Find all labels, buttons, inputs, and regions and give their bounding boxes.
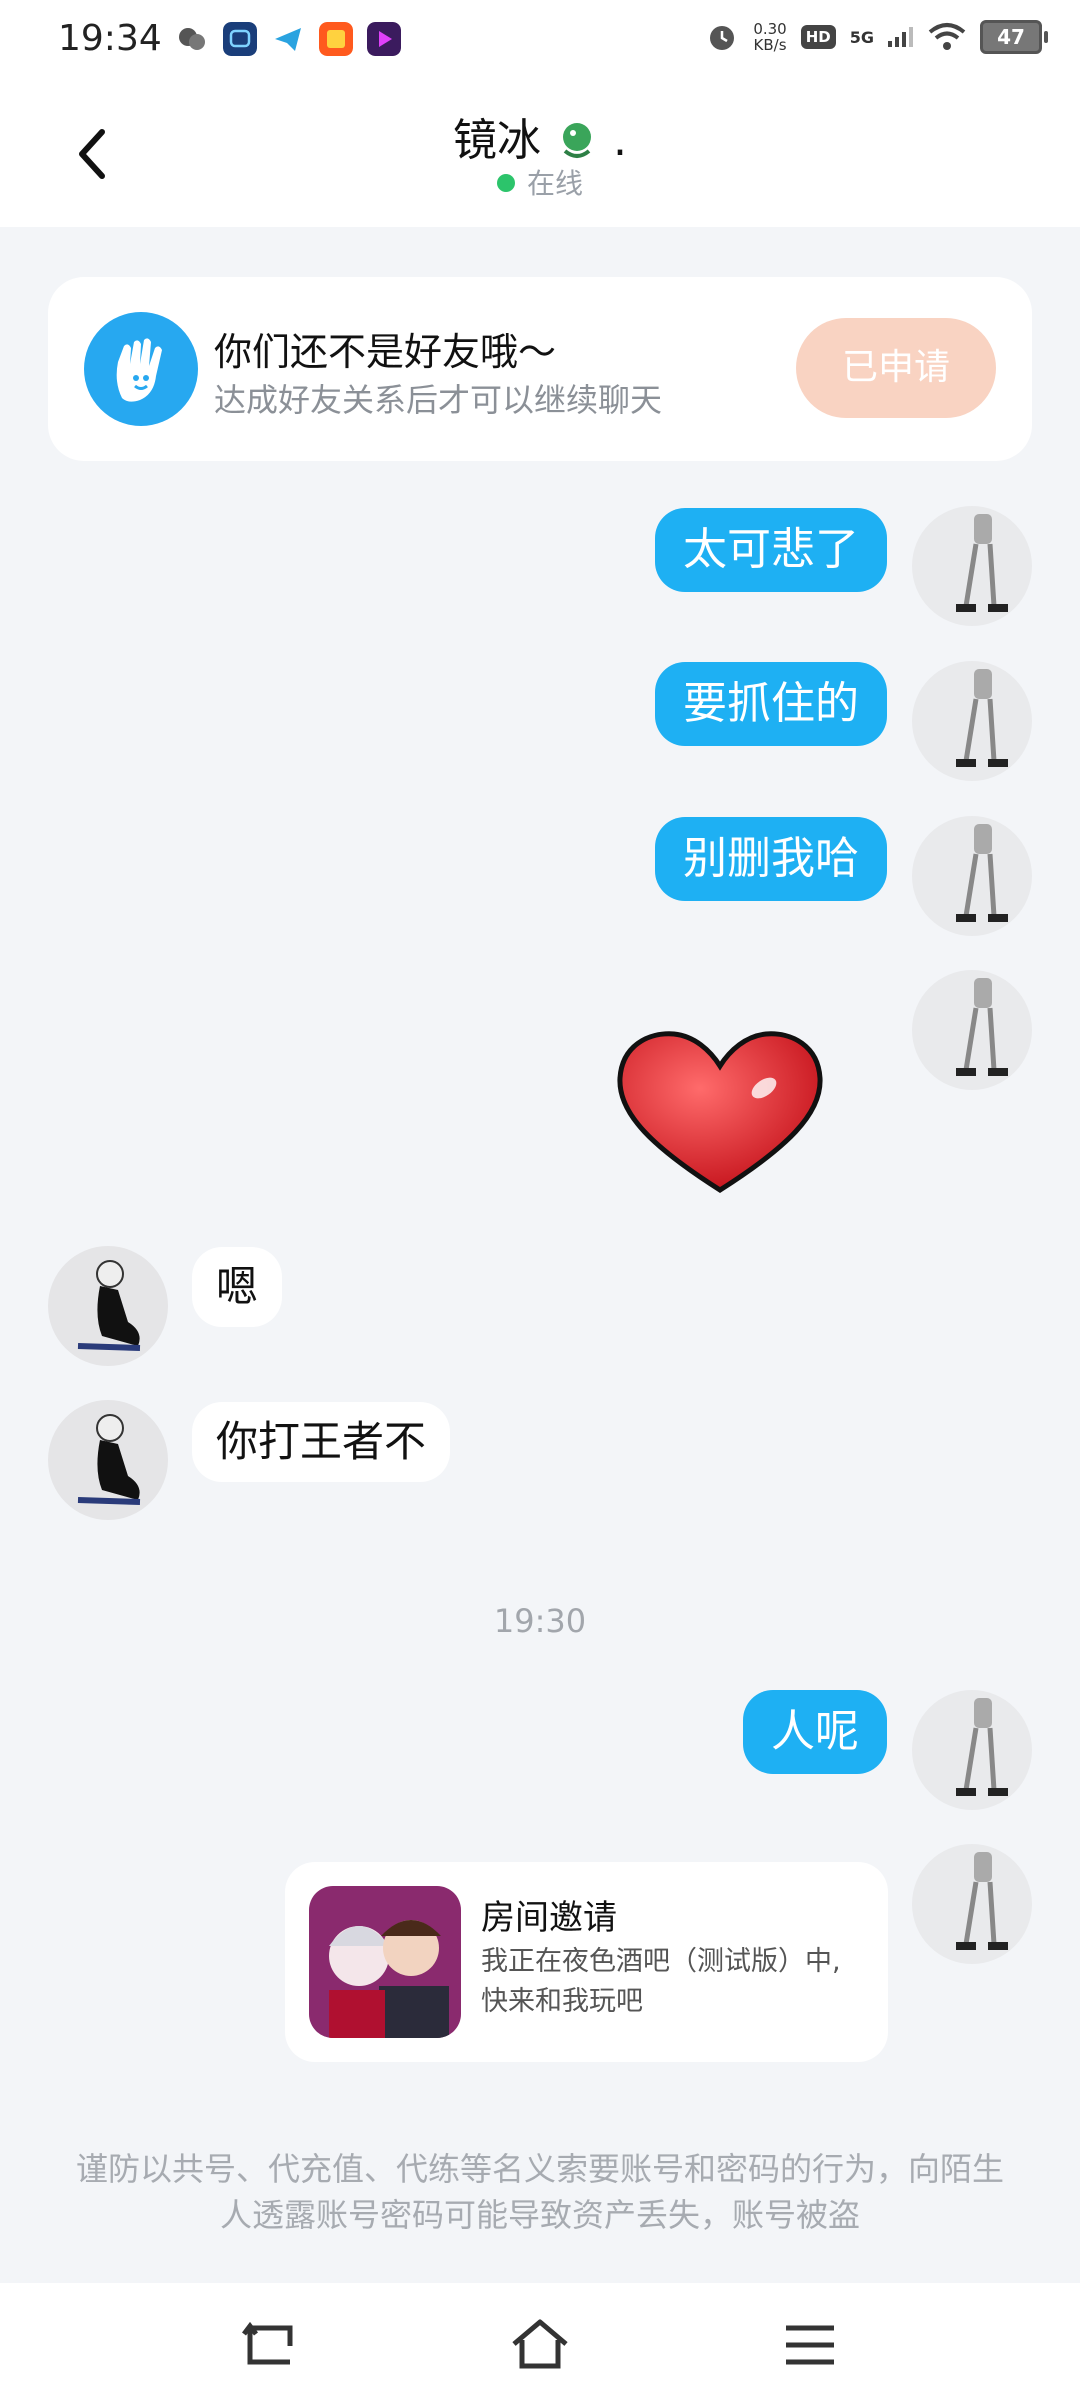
chat-title: 镜冰 .: [0, 104, 1080, 168]
back-nav-icon[interactable]: [240, 2318, 300, 2372]
friend-card-subtitle: 达成好友关系后才可以继续聊天: [214, 381, 663, 419]
game-thumbnail: [309, 1886, 461, 2038]
hd-badge: HD: [800, 25, 836, 49]
signal-label: 5G: [849, 27, 874, 47]
message-bubble-incoming[interactable]: 你打王者不: [192, 1402, 451, 1482]
online-status-text: 在线: [526, 167, 583, 200]
network-speed: 0.30 KB/s: [753, 21, 786, 53]
invite-description: 我正在夜色酒吧（测试版）中, 快来和我玩吧: [481, 1946, 841, 2017]
net-speed-value: 0.30: [753, 20, 787, 38]
my-avatar[interactable]: [912, 506, 1032, 626]
battery-indicator: 47: [980, 20, 1048, 54]
status-indicators: 0.30 KB/s HD 5G 47: [705, 20, 1048, 54]
my-avatar[interactable]: [912, 1690, 1032, 1810]
message-bubble-outgoing[interactable]: 要抓住的: [655, 662, 887, 746]
online-status: 在线: [0, 162, 1080, 202]
contact-avatar[interactable]: [48, 1246, 168, 1366]
heart-sticker-icon[interactable]: [614, 1028, 826, 1198]
wifi-icon: [928, 23, 966, 50]
message-timestamp: 19:30: [493, 1602, 587, 1640]
telegram-icon: [271, 22, 305, 56]
hand-wave-icon: [84, 312, 198, 426]
chat-bot-icon: [223, 22, 257, 56]
wechat-icon: [179, 28, 205, 50]
message-bubble-outgoing[interactable]: 太可悲了: [655, 508, 887, 592]
dragon-emoji-icon: [563, 123, 591, 158]
my-avatar[interactable]: [912, 661, 1032, 781]
notification-icons: [175, 22, 401, 56]
contact-avatar[interactable]: [48, 1400, 168, 1520]
taobao-icon: [319, 22, 353, 56]
system-nav-bar: [0, 2283, 1080, 2408]
message-bubble-incoming[interactable]: 嗯: [192, 1247, 283, 1327]
room-invite-card[interactable]: 房间邀请 我正在夜色酒吧（测试版）中, 快来和我玩吧: [285, 1862, 888, 2062]
alarm-icon: [710, 26, 735, 50]
menu-nav-icon[interactable]: [780, 2318, 840, 2372]
my-avatar[interactable]: [912, 816, 1032, 936]
contact-name: 镜冰: [453, 115, 541, 166]
my-avatar[interactable]: [912, 970, 1032, 1090]
message-bubble-outgoing[interactable]: 别删我哈: [655, 817, 887, 901]
friend-card-title: 你们还不是好友哦～: [214, 330, 557, 374]
friend-status-card: 你们还不是好友哦～ 达成好友关系后才可以继续聊天 已申请: [48, 277, 1032, 461]
chat-header: 镜冰 . 在线: [0, 82, 1080, 227]
online-dot-icon: [496, 174, 515, 192]
status-bar: 19:34 0.30 KB/s HD 5G 47: [0, 0, 1080, 82]
security-notice: 谨防以共号、代充值、代练等名义索要账号和密码的行为，向陌生人透露账号密码可能导致…: [75, 2150, 1004, 2234]
signal-bars-icon: [888, 27, 913, 47]
applied-button[interactable]: 已申请: [796, 318, 996, 418]
my-avatar[interactable]: [912, 1844, 1032, 1964]
message-bubble-outgoing[interactable]: 人呢: [743, 1690, 887, 1774]
invite-title: 房间邀请: [481, 1898, 617, 1938]
contact-name-suffix: .: [613, 115, 627, 166]
video-player-icon: [367, 22, 401, 56]
home-nav-icon[interactable]: [510, 2318, 570, 2372]
status-time: 19:34: [58, 18, 162, 59]
net-speed-unit: KB/s: [753, 36, 787, 54]
